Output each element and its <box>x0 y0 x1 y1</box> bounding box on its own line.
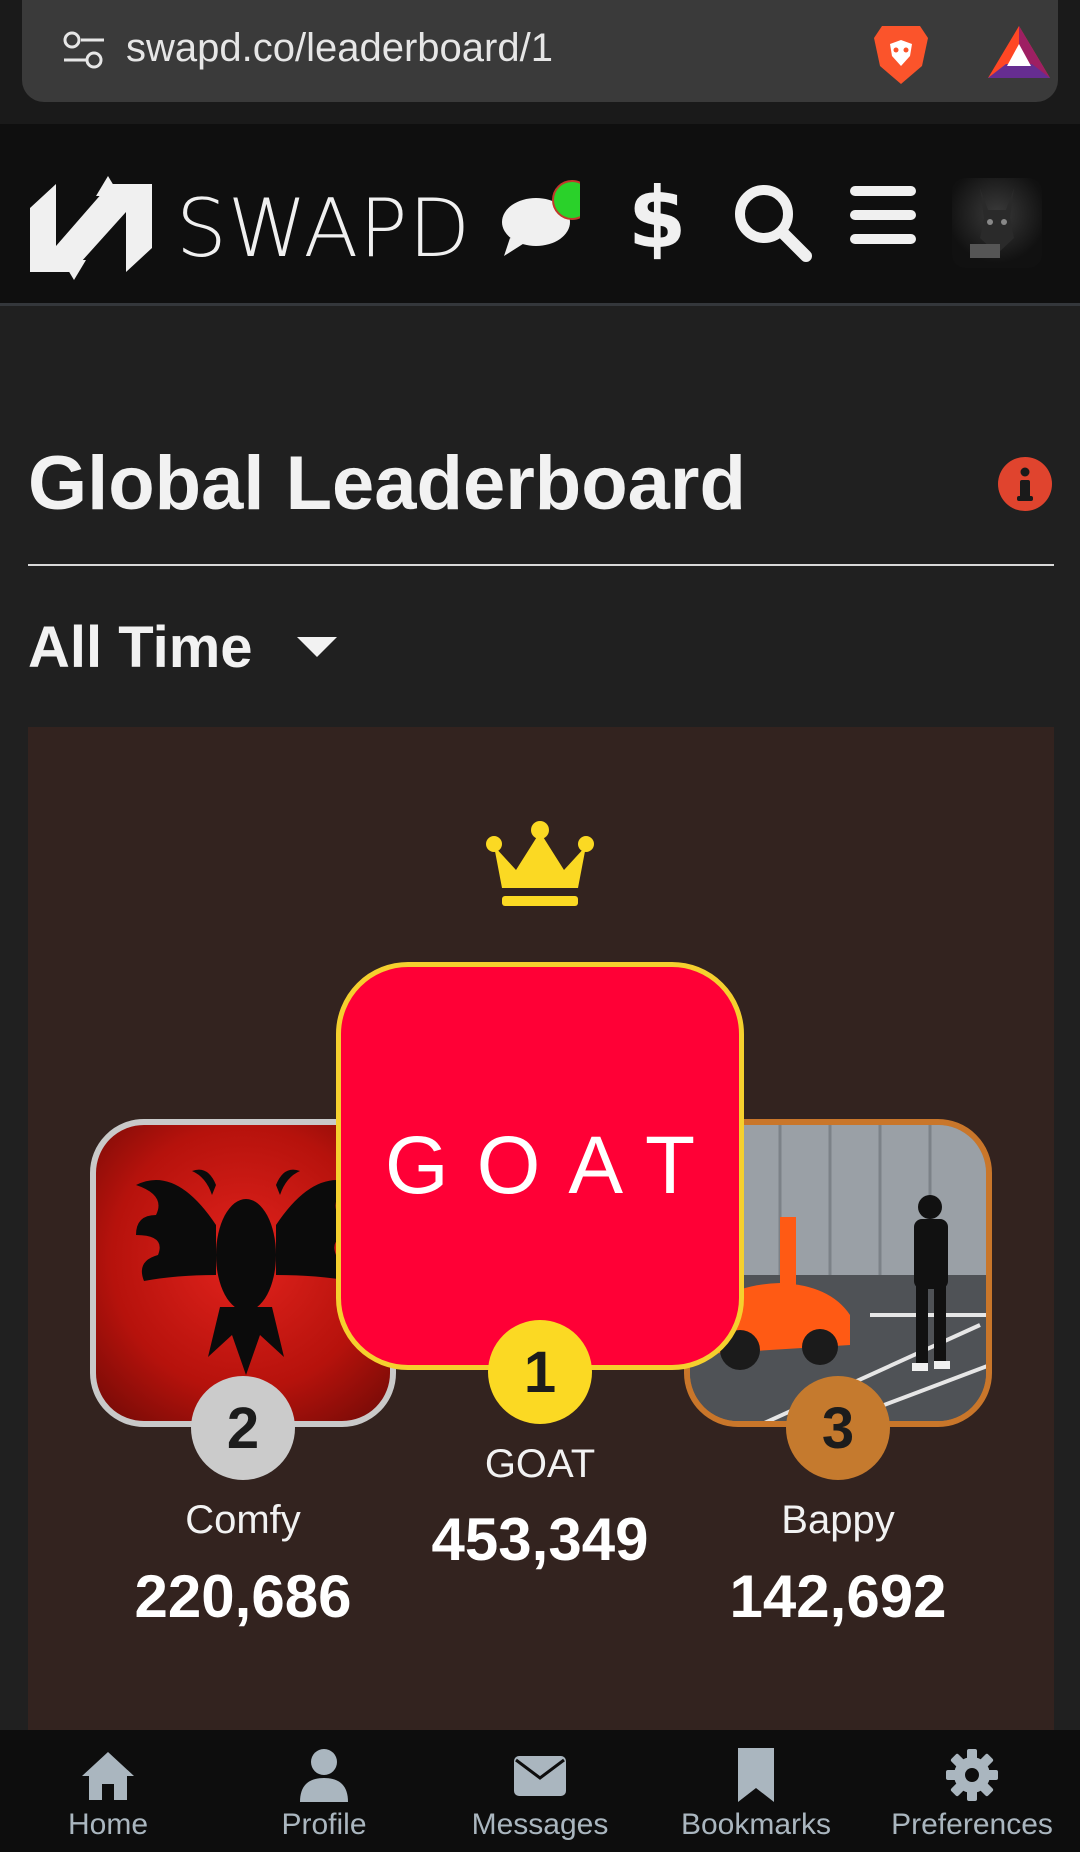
goat-avatar-logo: GOAT <box>384 1120 724 1211</box>
bookmark-icon <box>738 1748 774 1802</box>
dollar-icon[interactable]: $ <box>628 176 686 260</box>
address-bar[interactable]: swapd.co/leaderboard/1 <box>22 0 1058 102</box>
menu-icon[interactable] <box>850 186 916 244</box>
nav-bookmarks[interactable]: Bookmarks <box>648 1730 864 1852</box>
browser-toolbar: swapd.co/leaderboard/1 <box>0 0 1080 124</box>
player-name-third[interactable]: Bappy <box>688 1498 988 1543</box>
period-filter-dropdown[interactable]: All Time <box>28 612 337 682</box>
rank-badge-third: 3 <box>786 1376 890 1480</box>
info-icon[interactable] <box>998 457 1052 511</box>
brave-lion-icon[interactable] <box>872 22 930 86</box>
nav-messages-label: Messages <box>471 1808 609 1841</box>
rank-badge-first: 1 <box>488 1320 592 1424</box>
nav-home[interactable]: Home <box>0 1730 216 1852</box>
bottom-navigation: Home Profile Messages Bookmarks Preferen… <box>0 1730 1080 1852</box>
player-score-third: 142,692 <box>729 1563 947 1630</box>
gear-icon <box>946 1749 998 1801</box>
bat-triangle-icon[interactable] <box>986 24 1052 80</box>
url-text[interactable]: swapd.co/leaderboard/1 <box>126 26 553 71</box>
tune-icon[interactable] <box>62 30 106 70</box>
nav-bookmarks-label: Bookmarks <box>680 1808 832 1841</box>
crown-icon <box>486 821 594 906</box>
nav-messages[interactable]: Messages <box>432 1730 648 1852</box>
envelope-icon <box>514 1756 566 1796</box>
rank-badge-second: 2 <box>191 1376 295 1480</box>
nav-preferences-label: Preferences <box>891 1808 1053 1841</box>
player-name-first[interactable]: GOAT <box>390 1442 690 1487</box>
search-icon[interactable] <box>730 180 812 262</box>
chat-icon[interactable] <box>500 180 580 256</box>
nav-preferences[interactable]: Preferences <box>864 1730 1080 1852</box>
player-score-first: 453,349 <box>431 1506 649 1573</box>
player-avatar-first[interactable]: GOAT <box>336 962 744 1370</box>
nav-home-label: Home <box>67 1808 149 1841</box>
player-score-second: 220,686 <box>134 1563 352 1630</box>
nav-profile-label: Profile <box>281 1808 367 1841</box>
home-icon <box>82 1752 134 1800</box>
swapd-logo-icon[interactable] <box>26 176 156 280</box>
app-header: SWAPD $ <box>0 124 1080 306</box>
caret-down-icon[interactable] <box>296 637 337 657</box>
user-avatar[interactable] <box>952 178 1042 268</box>
user-icon <box>300 1749 348 1802</box>
player-name-second[interactable]: Comfy <box>93 1498 393 1543</box>
period-filter-value[interactable]: All Time <box>28 614 253 681</box>
swapd-logo-text[interactable]: SWAPD <box>176 182 471 275</box>
title-divider <box>28 564 1054 566</box>
avatar-image <box>970 188 1014 258</box>
nav-profile[interactable]: Profile <box>216 1730 432 1852</box>
page-title: Global Leaderboard <box>28 441 746 526</box>
